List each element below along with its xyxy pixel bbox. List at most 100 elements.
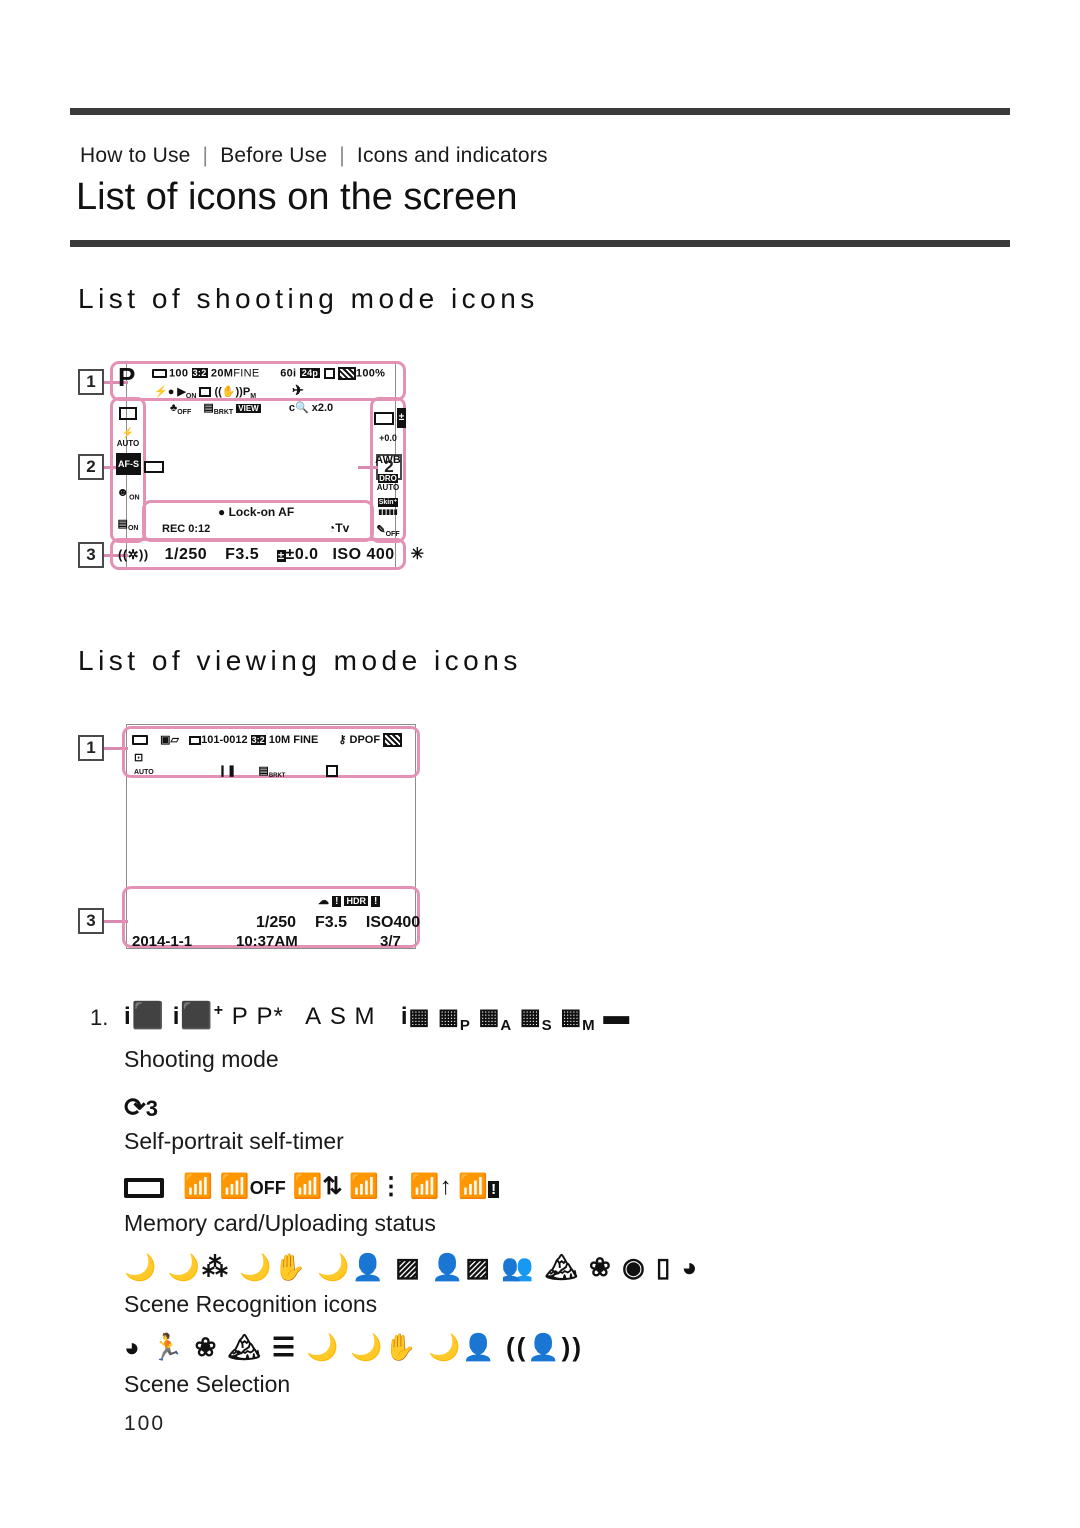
auto-object-framing-icon: ⊡ AUTO [134, 752, 154, 777]
shooting-mode-diagram: 1 2 2 3 P 100 3:2 20MFINE 60i 24p 100% ⚡… [70, 358, 424, 573]
area1-row2: ⚡● ▶ON ((✋))PM ✈ [154, 382, 304, 400]
battery-icon [383, 733, 403, 748]
dro-icon: DRO AUTO [376, 474, 400, 492]
area2-right-column: ± +0.0 AWB DRO AUTO Skin⁺ ▮▮▮▮▮ ✎OFF [374, 402, 407, 545]
list-item-label: Self-portrait self-timer [124, 1128, 344, 1154]
wifi-card-waiting-icon: 📶⋮ [349, 1173, 404, 1200]
header-rule-top [70, 108, 1010, 115]
night-scene-icon: 🌙 [124, 1252, 159, 1282]
list-item-icons-scene-recognition: 🌙 🌙⁂ 🌙✋ 🌙👤 ▨ 👤▨ 👥 🏔 ❀ ◉ ▯ ◕ [124, 1252, 699, 1283]
callout-2-label: 2 [86, 457, 96, 476]
area1-row3: ♣OFF ▤BRKT VIEW c🔍 x2.0 [170, 401, 333, 416]
list-item-label: Memory card/Uploading status [124, 1210, 436, 1236]
aperture-value: F3.5 [314, 914, 347, 931]
breadcrumb-item-before-use[interactable]: Before Use [220, 144, 327, 167]
macro-icon: ❀ [194, 1332, 219, 1362]
breadcrumb-item-icons-and-indicators[interactable]: Icons and indicators [357, 144, 548, 167]
area1-row1: 100 3:2 20MFINE 60i 24p 100% [152, 367, 385, 380]
steadyshot-icon: ((✋)) [214, 386, 243, 398]
wifi-card-error-icon: 📶! [458, 1173, 500, 1200]
landscape-icon: 🏔 [227, 1332, 263, 1362]
callout-1-viewing-label: 1 [86, 738, 96, 757]
list-item-label: Scene Recognition icons [124, 1291, 378, 1317]
bracket-dro-icon: ▤BRKT [203, 402, 234, 417]
ev-value: ±0.0 [285, 546, 319, 563]
battery-percent: 100% [355, 367, 386, 380]
panorama-icon: ▬ [603, 1000, 631, 1030]
baby-icon: ◕ [681, 1252, 700, 1282]
viewing-exposure-row: 1/250 F3.5 ISO400 [256, 914, 420, 932]
breadcrumb-separator: | [339, 144, 345, 167]
smile-detect-icon: ☻ON [116, 485, 140, 502]
movie-s-icon: ▦S [519, 1004, 553, 1034]
hand-held-twilight-icon: 🌙✋ [239, 1252, 308, 1282]
list-item-icons-shooting-mode: i⬛ i⬛+ P P* A S M i▦ ▦P ▦A ▦S ▦M ▬ [124, 1000, 630, 1034]
shutter-speed-value: 1/250 [256, 914, 297, 931]
viewing-counter: 3/7 [380, 933, 401, 950]
tv-mark: ◔Tv [328, 521, 350, 535]
hand-held-twilight-icon: 🌙✋ [350, 1332, 419, 1362]
self-timer-count: 3 [145, 1096, 159, 1121]
list-item-icons-scene-selection: ◕ 🏃 ❀ 🏔 ☰ 🌙 🌙✋ 🌙👤 ((👤)) [124, 1332, 583, 1363]
landscape-icon: 🏔 [544, 1252, 580, 1282]
movie-a-icon: ▦A [478, 1004, 513, 1034]
night-portrait-icon: 🌙👤 [427, 1332, 497, 1362]
face-registration-icon: ▤ON [117, 518, 139, 533]
iauto-icon: i⬛ [124, 1000, 166, 1030]
breadcrumb-separator: | [202, 144, 209, 167]
viewing-area1-row1: ▣▱ 101-0012 3:2 10M FINE ⚷ DPOF [132, 733, 403, 748]
breadcrumb-item-how-to-use[interactable]: How to Use [80, 144, 191, 167]
callout-1-label: 1 [86, 372, 96, 391]
sunset-icon: ☰ [271, 1332, 298, 1362]
list-item-icons-self-timer: ⟳3 [124, 1092, 158, 1123]
imovie-icon: i▦ [400, 1003, 431, 1030]
header-rule-bottom [70, 240, 1010, 247]
aspect-marker-icon [199, 387, 212, 398]
mode-p-star-icon: P* [256, 1003, 284, 1030]
aspect-ratio-badge: 3:2 [191, 368, 208, 379]
callout-1-shooting: 1 [78, 369, 104, 395]
rec-time: REC 0:12 [162, 523, 211, 535]
flash-auto-icon: ⚡ AUTO [116, 428, 140, 449]
list-item-label: Shooting mode [124, 1046, 279, 1072]
viewing-area3-icons: ☁ ! HDR ! [318, 894, 381, 907]
callout-3-viewing: 3 [78, 908, 104, 934]
battery-icon [337, 367, 356, 380]
viewing-area1-row2: ⊡ AUTO ❙❚ ▤BRKT [134, 752, 338, 779]
iso-value: ISO400 [365, 914, 421, 931]
warning-icon-1: ! [332, 896, 342, 907]
backlight-portrait-icon: 👤▨ [431, 1252, 492, 1282]
focus-area-icon [374, 411, 394, 425]
drive-mode-single-icon [119, 406, 137, 420]
ae-lock-icon: ✳ [410, 546, 425, 563]
lock-on-af-text: Lock-on AF [228, 505, 295, 519]
aspect-ratio-badge: 3:2 [250, 735, 266, 745]
viewing-date: 2014-1-1 [132, 933, 193, 950]
ev-badge-icon: ± [277, 550, 286, 562]
page-number: 100 [124, 1412, 166, 1435]
movie-frame-rate: 60i [280, 367, 297, 380]
night-scene-icon: 🌙 [306, 1332, 341, 1362]
lock-on-af-label: ● Lock-on AF [218, 505, 295, 519]
area2-left-column: ⚡ AUTO AF-S ☻ON ▤ON [116, 402, 164, 541]
airplane-mode-icon: ✈ [292, 382, 304, 398]
list-item-icons-memory-card: 📶 📶OFF 📶⇅ 📶⋮ 📶↑ 📶! [124, 1172, 500, 1201]
steadyshot-mode: PM [242, 386, 257, 401]
aperture-value: F3.5 [225, 546, 260, 563]
list-item-label: Scene Selection [124, 1371, 291, 1397]
night-scene-tripod-icon: 🌙⁂ [167, 1252, 230, 1282]
audio-rec-off-icon: ♣OFF [170, 402, 192, 417]
portrait-icon: 👥 [501, 1252, 536, 1282]
movie-m-icon: ▦M [560, 1004, 596, 1034]
backlight-icon: ▨ [395, 1252, 422, 1282]
shots-remaining: 100 [169, 367, 189, 380]
view-mode-icon: ▣▱ [160, 734, 179, 746]
mode-s-icon: S [329, 1003, 347, 1030]
macro-icon: ❀ [589, 1252, 613, 1282]
area3-bottom-band: ((✲)) 1/250 F3.5 ±±0.0 ISO 400 ✳ [118, 544, 425, 564]
memory-card-icon [124, 1177, 164, 1198]
mode-a-icon: A [305, 1003, 323, 1030]
sports-action-icon: 🏃 [150, 1332, 186, 1362]
nfc-icon [325, 765, 338, 778]
exposure-comp-value: +0.0 [379, 433, 397, 443]
